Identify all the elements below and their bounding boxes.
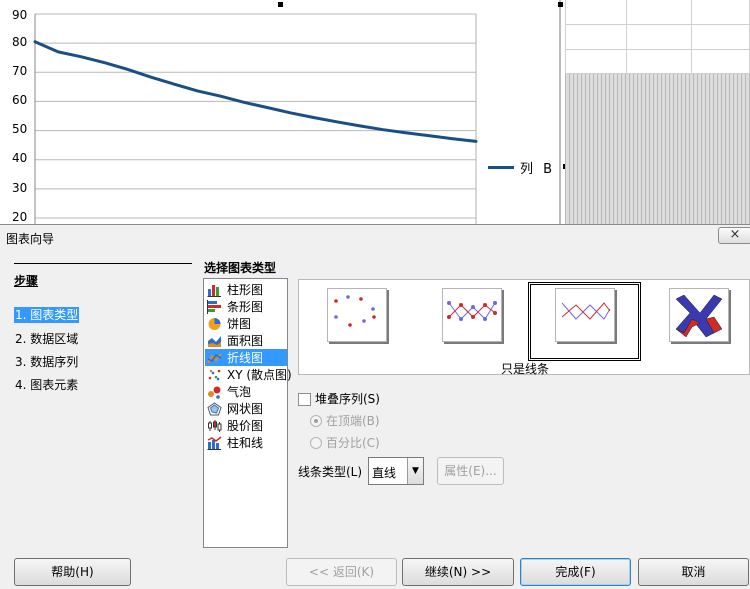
bubble-chart-icon	[208, 386, 221, 399]
on-top-radio[interactable]	[310, 415, 322, 427]
chart-type-label: 饼图	[227, 317, 252, 331]
y-tick-label: 20	[12, 210, 28, 224]
steps-title: 步骤	[14, 274, 39, 288]
points-and-lines-icon	[447, 301, 497, 321]
points-only-icon	[334, 295, 376, 327]
stock-chart-icon	[208, 419, 222, 432]
y-tick-label: 30	[12, 181, 28, 195]
spreadsheet-shaded-area	[565, 74, 750, 224]
chart-type-label: 网状图	[227, 402, 264, 416]
back-button[interactable]: << 返回(K)	[286, 558, 397, 586]
3d-lines-icon	[675, 294, 723, 338]
stack-series-checkbox[interactable]	[298, 393, 311, 406]
y-tick-label: 40	[12, 151, 28, 165]
y-tick-label: 90	[12, 8, 28, 22]
series-line-col-b	[33, 40, 478, 143]
dialog-titlebar[interactable]: 图表向导 ×	[0, 225, 750, 249]
line-chart-icon	[207, 352, 222, 363]
steps-divider	[14, 263, 192, 264]
chart-type-line[interactable]: 折线图	[205, 349, 287, 366]
chart-type-column[interactable]: 柱形图	[205, 281, 287, 298]
chart-type-list[interactable]: 柱形图 条形图 饼图 面积图 折线图 XY (散点图) 气泡 网状图 股价图 柱…	[203, 278, 292, 548]
chart-type-area[interactable]: 面积图	[205, 332, 287, 349]
percent-radio[interactable]	[310, 437, 322, 449]
dialog-title: 图表向导	[6, 232, 55, 246]
step-data-range[interactable]: 2. 数据区域	[14, 331, 79, 347]
chart-type-bubble[interactable]: 气泡	[205, 383, 287, 400]
chart-type-stock[interactable]: 股价图	[205, 417, 287, 434]
chevron-down-icon[interactable]: ▼	[407, 458, 423, 484]
finish-button[interactable]: 完成(F)	[520, 558, 631, 586]
lines-only-icon	[561, 302, 611, 320]
y-tick-label: 60	[12, 93, 28, 107]
chart-type-bar[interactable]: 条形图	[205, 298, 287, 315]
subtype-caption: 只是线条	[500, 362, 549, 376]
pie-chart-icon	[208, 317, 221, 330]
properties-button[interactable]: 属性(E)...	[437, 457, 504, 485]
y-tick-label: 80	[12, 35, 28, 49]
scatter-chart-icon	[208, 369, 221, 380]
chart-type-pie[interactable]: 饼图	[205, 315, 287, 332]
step-data-series[interactable]: 3. 数据序列	[14, 354, 79, 370]
bar-chart-icon	[207, 299, 221, 314]
subtype-points-only[interactable]	[327, 288, 387, 342]
line-type-label: 线条类型(L)	[298, 465, 363, 479]
area-chart-icon	[208, 335, 221, 347]
chart-subtype-panel: 只是线条	[298, 279, 750, 375]
stack-series-label: 堆叠序列(S)	[315, 392, 380, 406]
chart-type-label: 柱和线	[227, 436, 264, 450]
on-top-label: 在顶端(B)	[326, 414, 380, 428]
chart-type-xy-scatter[interactable]: XY (散点图)	[205, 366, 292, 383]
close-button[interactable]: ×	[718, 227, 750, 244]
line-type-select[interactable]: 直线 ▼	[368, 457, 424, 485]
chart-type-title: 选择图表类型	[204, 261, 277, 275]
chart-wizard-dialog: 图表向导 × 步骤 1. 图表类型 2. 数据区域 3. 数据序列 4. 图表元…	[0, 224, 750, 589]
column-chart-icon	[207, 284, 221, 297]
chart-legend[interactable]: 列 B	[488, 158, 556, 177]
chart-type-label: 条形图	[227, 300, 264, 314]
close-icon: ×	[729, 227, 741, 242]
step-chart-elements[interactable]: 4. 图表元素	[14, 377, 79, 393]
legend-swatch	[488, 165, 514, 169]
chart-type-label: 折线图	[227, 351, 264, 365]
chart-type-label: 柱形图	[227, 283, 264, 297]
chart-type-net[interactable]: 网状图	[205, 400, 287, 417]
spreadsheet-cells	[565, 0, 750, 74]
column-line-chart-icon	[207, 435, 222, 450]
subtype-3d-lines[interactable]	[669, 288, 729, 342]
cancel-button[interactable]: 取消	[638, 558, 749, 586]
step-chart-type[interactable]: 1. 图表类型	[14, 307, 80, 323]
selection-handle[interactable]	[278, 2, 283, 7]
subtype-lines-only[interactable]	[555, 288, 615, 342]
chart-type-label: 面积图	[227, 334, 264, 348]
legend-label: 列 B	[520, 161, 556, 177]
chart-area: 90 80 70 60 50 40 30 20 列 B	[0, 0, 750, 224]
chart-type-label: XY (散点图)	[227, 368, 292, 382]
chart-type-label: 气泡	[227, 385, 252, 399]
y-tick-label: 50	[12, 122, 28, 136]
percent-label: 百分比(C)	[326, 436, 380, 450]
line-type-value: 直线	[372, 466, 397, 480]
chart-type-column-line[interactable]: 柱和线	[205, 434, 287, 451]
chart-type-label: 股价图	[227, 419, 264, 433]
help-button[interactable]: 帮助(H)	[14, 558, 131, 586]
selection-handle[interactable]	[558, 2, 563, 7]
next-button[interactable]: 继续(N) >>	[402, 558, 514, 586]
subtype-points-and-lines[interactable]	[442, 288, 502, 342]
y-tick-label: 70	[12, 64, 28, 78]
net-chart-icon	[207, 401, 222, 415]
